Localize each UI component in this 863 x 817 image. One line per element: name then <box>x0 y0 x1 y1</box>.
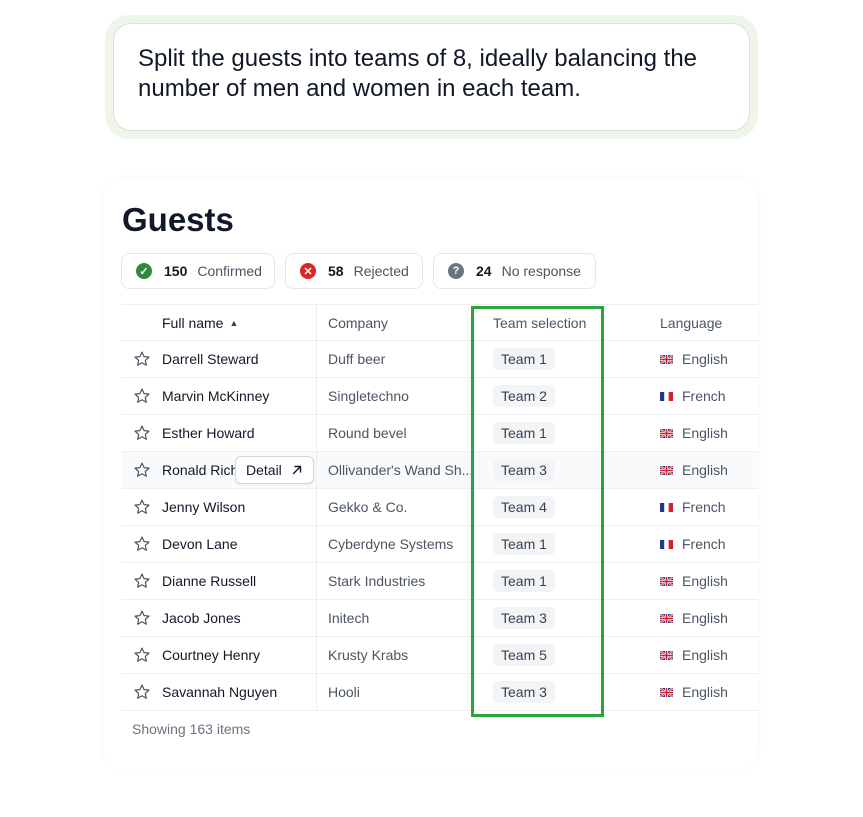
guest-company: Stark Industries <box>328 573 426 589</box>
star-icon[interactable] <box>133 563 151 599</box>
table-row[interactable]: Jenny Wilson Gekko & Co. Team 4 French <box>121 489 758 526</box>
prompt-text: Split the guests into teams of 8, ideall… <box>138 45 698 102</box>
star-icon[interactable] <box>133 674 151 710</box>
team-badge[interactable]: Team 1 <box>493 348 555 370</box>
france-flag-icon <box>660 502 673 512</box>
sort-ascending-icon: ▲ <box>229 317 239 328</box>
uk-flag-icon <box>660 613 673 623</box>
check-icon: ✓ <box>136 263 152 279</box>
stat-label: Rejected <box>353 263 409 279</box>
guest-name: Jenny Wilson <box>162 499 246 515</box>
uk-flag-icon <box>660 354 673 364</box>
uk-flag-icon <box>660 687 673 697</box>
star-icon[interactable] <box>133 600 151 636</box>
table-row[interactable]: Dianne Russell Stark Industries Team 1 E… <box>121 563 758 600</box>
guest-name: Savannah Nguyen <box>162 684 278 700</box>
uk-flag-icon <box>660 576 673 586</box>
guest-language: French <box>682 536 726 552</box>
team-badge[interactable]: Team 3 <box>493 607 555 629</box>
guest-language: English <box>682 573 728 589</box>
detail-button[interactable]: Detail <box>235 456 314 484</box>
table-row[interactable]: Marvin McKinney Singletechno Team 2 Fren… <box>121 378 758 415</box>
guest-company: Cyberdyne Systems <box>328 536 454 552</box>
page-title: Guests <box>122 201 234 238</box>
column-header-team-selection[interactable]: Team selection <box>493 305 586 340</box>
column-header-company[interactable]: Company <box>328 305 388 340</box>
star-icon[interactable] <box>133 637 151 673</box>
stat-label: No response <box>501 263 581 279</box>
guest-company: Duff beer <box>328 351 386 367</box>
uk-flag-icon <box>660 465 673 475</box>
detail-label: Detail <box>246 462 282 478</box>
guest-name: Devon Lane <box>162 536 238 552</box>
guest-company: Gekko & Co. <box>328 499 408 515</box>
table-row[interactable]: Jacob Jones Initech Team 3 English <box>121 600 758 637</box>
guest-company: Krusty Krabs <box>328 647 409 663</box>
stat-confirmed[interactable]: ✓ 150 Confirmed <box>121 253 275 289</box>
star-icon[interactable] <box>133 378 151 414</box>
guests-table: Full name ▲ Company Team selection Langu… <box>121 304 758 711</box>
guest-name: Courtney Henry <box>162 647 261 663</box>
guest-company: Initech <box>328 610 370 626</box>
guest-name: Ronald Rich <box>162 462 239 478</box>
guest-name: Jacob Jones <box>162 610 241 626</box>
table-row[interactable]: Darrell Steward Duff beer Team 1 English <box>121 341 758 378</box>
guest-name: Darrell Steward <box>162 351 259 367</box>
team-badge[interactable]: Team 1 <box>493 570 555 592</box>
star-icon[interactable] <box>133 341 151 377</box>
stat-count: 150 <box>164 263 188 279</box>
france-flag-icon <box>660 539 673 549</box>
team-badge[interactable]: Team 3 <box>493 681 555 703</box>
prompt-bubble: Split the guests into teams of 8, ideall… <box>113 23 750 131</box>
stat-no-response[interactable]: ? 24 No response <box>433 253 596 289</box>
table-row[interactable]: Devon Lane Cyberdyne Systems Team 1 Fren… <box>121 526 758 563</box>
x-icon: ✕ <box>300 263 316 279</box>
table-row[interactable]: Courtney Henry Krusty Krabs Team 5 Engli… <box>121 637 758 674</box>
guest-name: Marvin McKinney <box>162 388 270 404</box>
guest-language: English <box>682 610 728 626</box>
guest-language: French <box>682 499 726 515</box>
column-header-language[interactable]: Language <box>660 305 722 340</box>
question-icon: ? <box>448 263 464 279</box>
stat-count: 58 <box>328 263 344 279</box>
column-header-full-name[interactable]: Full name ▲ <box>162 305 238 340</box>
guest-name: Esther Howard <box>162 425 255 441</box>
stat-rejected[interactable]: ✕ 58 Rejected <box>285 253 423 289</box>
arrow-up-right-icon <box>292 465 301 475</box>
table-row[interactable]: Esther Howard Round bevel Team 1 English <box>121 415 758 452</box>
guest-language: English <box>682 647 728 663</box>
stat-label: Confirmed <box>197 263 262 279</box>
guest-company: Singletechno <box>328 388 409 404</box>
star-icon[interactable] <box>133 452 151 488</box>
guest-company: Hooli <box>328 684 360 700</box>
guest-language: French <box>682 388 726 404</box>
stat-count: 24 <box>476 263 492 279</box>
guest-name: Dianne Russell <box>162 573 257 589</box>
team-badge[interactable]: Team 1 <box>493 422 555 444</box>
uk-flag-icon <box>660 428 673 438</box>
uk-flag-icon <box>660 650 673 660</box>
star-icon[interactable] <box>133 415 151 451</box>
table-header: Full name ▲ Company Team selection Langu… <box>121 304 758 341</box>
guest-language: English <box>682 462 728 478</box>
team-badge[interactable]: Team 2 <box>493 385 555 407</box>
star-icon[interactable] <box>133 526 151 562</box>
guest-language: English <box>682 684 728 700</box>
team-badge[interactable]: Team 5 <box>493 644 555 666</box>
guest-company: Ollivander's Wand Sh... <box>328 462 474 478</box>
guest-language: English <box>682 351 728 367</box>
guest-language: English <box>682 425 728 441</box>
table-row[interactable]: Savannah Nguyen Hooli Team 3 English <box>121 674 758 711</box>
france-flag-icon <box>660 391 673 401</box>
guest-company: Round bevel <box>328 425 407 441</box>
table-row[interactable]: Ronald Rich Detail Ollivander's Wand Sh.… <box>121 452 758 489</box>
item-count: Showing 163 items <box>132 721 251 737</box>
star-icon[interactable] <box>133 489 151 525</box>
team-badge[interactable]: Team 4 <box>493 496 555 518</box>
team-badge[interactable]: Team 3 <box>493 459 555 481</box>
team-badge[interactable]: Team 1 <box>493 533 555 555</box>
